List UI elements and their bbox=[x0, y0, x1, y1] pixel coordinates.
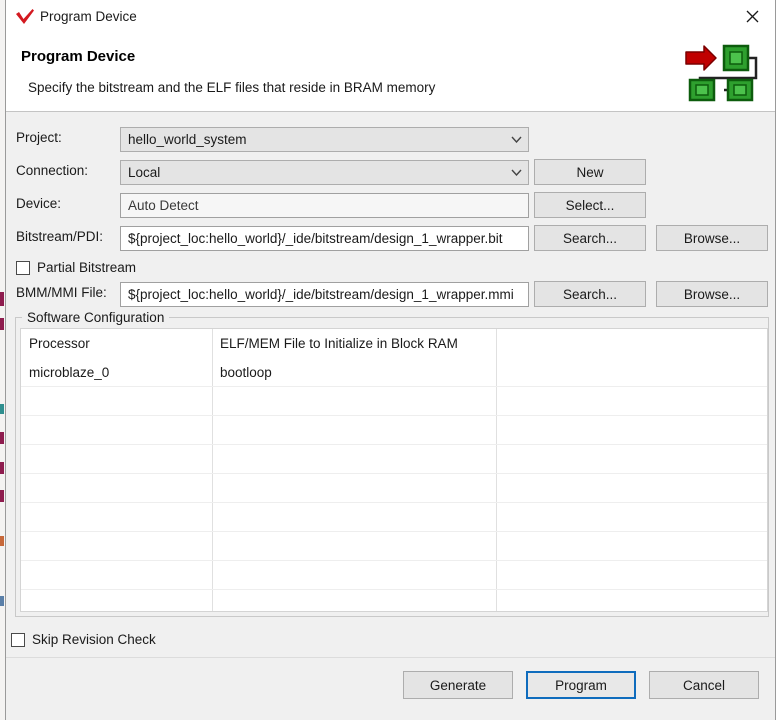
table-row[interactable]: microblaze_0 bootloop bbox=[21, 358, 767, 387]
select-device-button[interactable]: Select... bbox=[534, 192, 646, 218]
skip-revision-checkbox-row[interactable]: Skip Revision Check bbox=[11, 632, 156, 647]
chevron-down-icon bbox=[504, 128, 528, 151]
bitstream-input[interactable]: ${project_loc:hello_world}/_ide/bitstrea… bbox=[120, 226, 529, 251]
project-combo[interactable]: hello_world_system bbox=[120, 127, 529, 152]
table-row[interactable] bbox=[21, 474, 767, 503]
column-header[interactable]: Processor bbox=[21, 329, 212, 358]
dialog-header: Program Device Specify the bitstream and… bbox=[6, 33, 775, 112]
project-row: Project: hello_world_system bbox=[6, 127, 775, 153]
program-device-flow-icon bbox=[682, 41, 762, 103]
dialog-body: Project: hello_world_system Connection: … bbox=[6, 112, 775, 720]
table-row[interactable] bbox=[21, 503, 767, 532]
window-title: Program Device bbox=[40, 9, 137, 24]
table-row[interactable] bbox=[21, 416, 767, 445]
table-row[interactable] bbox=[21, 532, 767, 561]
page-description: Specify the bitstream and the ELF files … bbox=[28, 80, 436, 95]
cancel-button[interactable]: Cancel bbox=[649, 671, 759, 699]
partial-bitstream-checkbox-row[interactable]: Partial Bitstream bbox=[16, 260, 136, 275]
new-connection-button[interactable]: New bbox=[534, 159, 646, 185]
software-configuration-title: Software Configuration bbox=[22, 310, 170, 325]
table-row[interactable] bbox=[21, 561, 767, 590]
bmm-mmi-row: BMM/MMI File: ${project_loc:hello_world}… bbox=[6, 281, 775, 308]
page-title: Program Device bbox=[21, 48, 136, 65]
partial-bitstream-label: Partial Bitstream bbox=[37, 260, 137, 275]
table-row[interactable] bbox=[21, 387, 767, 416]
title-bar: Program Device bbox=[6, 0, 775, 33]
bmm-mmi-label: BMM/MMI File: bbox=[16, 285, 107, 300]
generate-button[interactable]: Generate bbox=[403, 671, 513, 699]
bitstream-search-button[interactable]: Search... bbox=[534, 225, 646, 251]
bmm-mmi-value: ${project_loc:hello_world}/_ide/bitstrea… bbox=[128, 287, 514, 302]
skip-revision-checkbox[interactable] bbox=[11, 632, 25, 647]
table-cell[interactable]: bootloop bbox=[212, 358, 496, 387]
connection-label: Connection: bbox=[16, 163, 89, 178]
chevron-down-icon bbox=[504, 161, 528, 184]
table-row[interactable] bbox=[21, 590, 767, 611]
bitstream-browse-button[interactable]: Browse... bbox=[656, 225, 768, 251]
program-device-dialog: Program Device Program Device Specify th… bbox=[5, 0, 776, 720]
table-header-row: Processor ELF/MEM File to Initialize in B… bbox=[21, 329, 767, 358]
bmm-mmi-search-button[interactable]: Search... bbox=[534, 281, 646, 307]
device-row: Device: Auto Detect Select... bbox=[6, 192, 775, 219]
connection-value: Local bbox=[128, 165, 161, 180]
connection-row: Connection: Local New bbox=[6, 159, 775, 186]
close-icon[interactable] bbox=[729, 0, 775, 33]
table-row[interactable] bbox=[21, 445, 767, 474]
bitstream-row: Bitstream/PDI: ${project_loc:hello_world… bbox=[6, 225, 775, 252]
bitstream-label: Bitstream/PDI: bbox=[16, 229, 104, 244]
bmm-mmi-input[interactable]: ${project_loc:hello_world}/_ide/bitstrea… bbox=[120, 282, 529, 307]
column-header[interactable]: ELF/MEM File to Initialize in Block RAM bbox=[212, 329, 496, 358]
footer-divider bbox=[6, 657, 775, 658]
vitis-check-logo bbox=[15, 8, 35, 26]
bmm-mmi-browse-button[interactable]: Browse... bbox=[656, 281, 768, 307]
program-button[interactable]: Program bbox=[526, 671, 636, 699]
project-value: hello_world_system bbox=[128, 132, 247, 147]
bitstream-value: ${project_loc:hello_world}/_ide/bitstrea… bbox=[128, 231, 503, 246]
skip-revision-label: Skip Revision Check bbox=[32, 632, 156, 647]
partial-bitstream-checkbox[interactable] bbox=[16, 260, 30, 275]
table-cell[interactable]: microblaze_0 bbox=[21, 358, 212, 387]
device-value: Auto Detect bbox=[128, 198, 199, 213]
device-field[interactable]: Auto Detect bbox=[120, 193, 529, 218]
software-configuration-table[interactable]: Processor ELF/MEM File to Initialize in B… bbox=[20, 328, 768, 612]
project-label: Project: bbox=[16, 130, 62, 145]
device-label: Device: bbox=[16, 196, 62, 211]
connection-combo[interactable]: Local bbox=[120, 160, 529, 185]
